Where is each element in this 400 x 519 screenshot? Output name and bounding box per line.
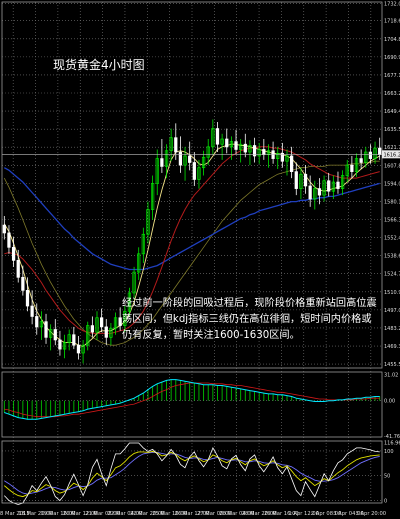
last-price-label: 1616.26 [384, 152, 400, 158]
gold-4h-chart: 18 Mar 201318 Mar 20:0019 Mar 16:0020 Ma… [0, 0, 400, 519]
candle-body [11, 246, 16, 261]
candle-body [2, 224, 6, 234]
y-tick-label: 1538.60 [384, 254, 400, 260]
candle-body [72, 334, 76, 346]
y-tick-label: 1524.75 [384, 272, 400, 278]
kdj-tick-label: 0 [384, 499, 387, 505]
y-tick-label: 1635.55 [384, 127, 400, 133]
y-tick-label: 1455.50 [384, 362, 400, 368]
candle-body [350, 164, 354, 172]
kdj-tick-label: 100 [384, 449, 394, 455]
y-tick-label: 1510.90 [384, 290, 400, 296]
candle-body [262, 149, 266, 156]
y-tick-label: 1580.15 [384, 199, 400, 205]
candle-body [58, 339, 62, 350]
y-tick-label: 1732.0 [384, 1, 400, 7]
y-tick-label: 1690.95 [384, 55, 400, 61]
candle-body [317, 188, 322, 196]
candle-body [90, 325, 94, 333]
candle-body [104, 326, 108, 338]
candle-body [192, 162, 196, 180]
candle-body [336, 181, 340, 189]
y-tick-label: 1483.20 [384, 326, 400, 332]
candle-body [308, 185, 312, 200]
y-tick-label: 1663.25 [384, 91, 400, 97]
candle-body [215, 128, 220, 145]
candle-body [368, 151, 373, 159]
candle-body [160, 158, 164, 167]
macd-tick-label: -41.76 [384, 434, 400, 440]
y-tick-label: 1677.10 [384, 73, 400, 79]
candle-body [327, 180, 331, 192]
candle-body [174, 137, 178, 153]
y-tick-label: 1469.35 [384, 344, 400, 350]
y-tick-label: 1607.85 [384, 163, 400, 169]
candle-body [100, 317, 104, 328]
macd-tick-label: 0.00 [384, 399, 395, 405]
candle-body [44, 321, 48, 338]
candle-body [76, 344, 81, 354]
candle-body [7, 232, 11, 248]
y-tick-label: 1718.65 [384, 19, 400, 25]
candle-body [16, 260, 20, 278]
candle-body [294, 171, 298, 189]
candle-body [359, 158, 363, 163]
candle-body [25, 290, 30, 307]
candle-body [290, 155, 294, 172]
kdj-tick-label: 116.96 [384, 441, 400, 447]
macd-tick-label: 31.02 [384, 373, 398, 379]
candle-body [225, 138, 229, 148]
candle-body [378, 147, 382, 156]
y-tick-label: 1649.40 [384, 109, 400, 115]
candle-body [234, 141, 238, 150]
candle-body [53, 329, 57, 341]
candle-body [188, 155, 192, 163]
y-tick-label: 1497.05 [384, 308, 400, 314]
candle-body [21, 276, 25, 291]
chart-title: 现货黄金4小时图 [53, 58, 145, 72]
candle-body [35, 316, 39, 328]
y-tick-label: 1552.45 [384, 236, 400, 242]
y-tick-label: 1566.30 [384, 218, 400, 224]
y-tick-label: 1704.80 [384, 37, 400, 43]
candle-body [243, 143, 247, 153]
candle-body [303, 173, 308, 187]
y-tick-label: 1594.00 [384, 181, 400, 187]
x-tick-label: 3 Apr 20:00 [356, 511, 387, 517]
analysis-annotation: 经过前一阶段的回吸过程后，现阶段价格重新站回高位震荡区间，但kdj指标三线仍在高… [122, 298, 377, 341]
kdj-tick-label: 50 [384, 474, 390, 480]
candle-body [30, 305, 34, 317]
